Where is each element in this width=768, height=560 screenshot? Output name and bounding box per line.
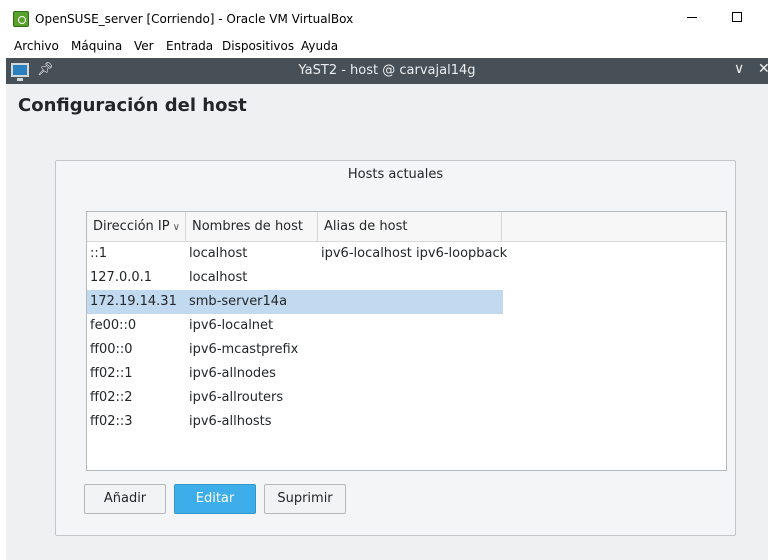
table-row[interactable]: fe00::0 ipv6-localnet <box>87 314 503 338</box>
edit-button[interactable]: Editar <box>174 484 256 514</box>
close-icon[interactable]: ✕ <box>758 61 768 77</box>
yast-window: 📌︎ YaST2 - host @ carvajal14g ∨ ✕ Config… <box>6 58 768 560</box>
yast-titlebar: 📌︎ YaST2 - host @ carvajal14g ∨ ✕ <box>6 58 768 84</box>
table-row[interactable]: ff00::0 ipv6-mcastprefix <box>87 338 503 362</box>
hosts-group: Hosts actuales Dirección IP ∨ Nombres de … <box>55 160 736 536</box>
cell-hostname: ipv6-localnet <box>189 318 274 333</box>
sort-chevron-icon: ∨ <box>172 222 180 233</box>
cell-ip: 127.0.0.1 <box>90 270 153 285</box>
table-row[interactable]: ff02::3 ipv6-allhosts <box>87 410 503 434</box>
column-header-alias[interactable]: Alias de host <box>318 212 502 241</box>
cell-ip: ff02::1 <box>90 366 133 381</box>
table-row[interactable]: ff02::1 ipv6-allnodes <box>87 362 503 386</box>
menu-archivo[interactable]: Archivo <box>14 39 59 53</box>
cell-ip: ff02::3 <box>90 414 133 429</box>
delete-button[interactable]: Suprimir <box>264 484 346 514</box>
yast-window-title: YaST2 - host @ carvajal14g <box>298 63 476 78</box>
table-row[interactable]: ff02::2 ipv6-allrouters <box>87 386 503 410</box>
window-title: OpenSUSE_server [Corriendo] - Oracle VM … <box>35 12 354 26</box>
cell-ip: 172.19.14.31 <box>90 294 177 309</box>
virtualbox-titlebar: OpenSUSE_server [Corriendo] - Oracle VM … <box>0 0 768 36</box>
cell-ip: ff02::2 <box>90 390 133 405</box>
chevron-down-icon[interactable]: ∨ <box>734 61 744 77</box>
maximize-icon[interactable] <box>722 8 752 30</box>
cell-hostname: ipv6-allrouters <box>189 390 284 405</box>
add-button[interactable]: Añadir <box>84 484 166 514</box>
cell-alias: ipv6-localhost ipv6-loopback <box>321 246 508 261</box>
group-title: Hosts actuales <box>347 167 444 182</box>
column-header-hostname[interactable]: Nombres de host <box>186 212 318 241</box>
cell-hostname: localhost <box>189 246 248 261</box>
menu-bar: Archivo Máquina Ver Entrada Dispositivos… <box>0 36 768 58</box>
cell-hostname: ipv6-allnodes <box>189 366 276 381</box>
cell-hostname: ipv6-mcastprefix <box>189 342 299 357</box>
cell-ip: ::1 <box>90 246 108 261</box>
cell-ip: fe00::0 <box>90 318 137 333</box>
minimize-icon[interactable] <box>677 8 707 30</box>
cell-hostname: localhost <box>189 270 248 285</box>
virtualbox-icon <box>13 11 29 27</box>
table-header: Dirección IP ∨ Nombres de host Alias de h… <box>87 212 726 242</box>
page-title: Configuración del host <box>18 95 247 116</box>
table-row[interactable]: 127.0.0.1 localhost <box>87 266 503 290</box>
menu-entrada[interactable]: Entrada <box>166 39 213 53</box>
column-header-ip[interactable]: Dirección IP ∨ <box>87 212 186 241</box>
table-row-selected[interactable]: 172.19.14.31 smb-server14a <box>87 290 503 314</box>
menu-ayuda[interactable]: Ayuda <box>301 39 338 53</box>
cell-ip: ff00::0 <box>90 342 133 357</box>
menu-maquina[interactable]: Máquina <box>71 39 122 53</box>
cell-hostname: smb-server14a <box>189 294 288 309</box>
cell-hostname: ipv6-allhosts <box>189 414 272 429</box>
table-row[interactable]: ::1 localhost ipv6-localhost ipv6-loopba… <box>87 242 507 266</box>
menu-dispositivos[interactable]: Dispositivos <box>222 39 294 53</box>
menu-ver[interactable]: Ver <box>134 39 154 53</box>
hosts-table[interactable]: Dirección IP ∨ Nombres de host Alias de h… <box>86 211 727 471</box>
